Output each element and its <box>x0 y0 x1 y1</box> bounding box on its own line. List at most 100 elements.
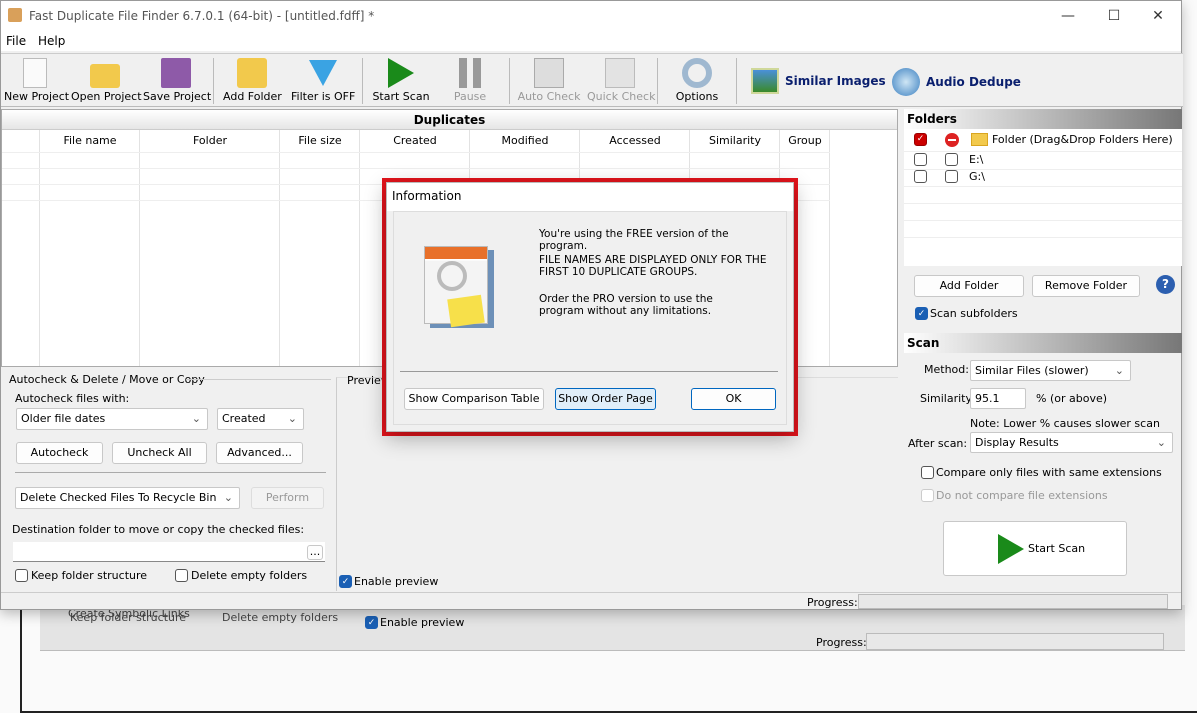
remove-folder-button[interactable]: Remove Folder <box>1032 275 1140 297</box>
column <box>2 130 40 366</box>
browse-button[interactable]: ... <box>307 545 323 560</box>
toolbar-separator <box>509 58 510 104</box>
column-header-similarity[interactable]: Similarity <box>690 130 780 152</box>
minimize-button[interactable]: — <box>1045 5 1091 27</box>
table-row <box>2 152 830 153</box>
background-window-panel: Create Symbolic Links Keep folder struct… <box>40 605 1185 651</box>
column-header-file-size[interactable]: File size <box>280 130 360 152</box>
no-extensions-checkbox[interactable] <box>921 489 934 502</box>
audio-dedupe-button[interactable]: Audio Dedupe <box>892 68 1021 96</box>
destination-input[interactable] <box>13 542 325 562</box>
pause-icon <box>459 58 481 88</box>
autocheck-files-with-label: Autocheck files with: <box>15 392 130 405</box>
save-project-button[interactable]: Save Project <box>143 54 211 106</box>
folder-include-checkbox[interactable] <box>914 170 927 183</box>
folder-path[interactable]: G:\ <box>969 170 985 183</box>
date-type-select[interactable]: Created ⌄ <box>217 408 304 430</box>
options-button[interactable]: Options <box>669 54 725 106</box>
options-label: Options <box>675 90 719 103</box>
progress-bar <box>858 594 1168 609</box>
auto-check-button[interactable]: Auto Check <box>517 54 581 106</box>
similarity-label: Similarity: <box>920 392 975 405</box>
group-line <box>186 379 331 380</box>
landscape-image-icon <box>751 68 779 94</box>
column-header-group[interactable]: Group <box>780 130 830 152</box>
start-scan-button[interactable]: Start Scan <box>371 54 431 106</box>
divider <box>15 472 326 473</box>
check-all-icon[interactable]: ✓ <box>914 133 927 146</box>
status-bar: Progress: <box>1 592 1181 610</box>
chevron-down-icon: ⌄ <box>223 491 233 504</box>
perform-button[interactable]: Perform <box>251 487 324 509</box>
column-header-created[interactable]: Created <box>360 130 470 152</box>
start-scan-label: Start Scan <box>372 90 430 103</box>
dialog-message-order: Order the PRO version to use the program… <box>539 293 713 317</box>
similar-images-label: Similar Images <box>785 74 886 88</box>
ok-button[interactable]: OK <box>691 388 776 410</box>
folder-path[interactable]: E:\ <box>969 153 983 166</box>
show-comparison-table-button[interactable]: Show Comparison Table <box>404 388 544 410</box>
menu-file[interactable]: File <box>6 34 26 48</box>
dialog-body: You're using the FREE version of the pro… <box>393 211 787 425</box>
show-order-page-button[interactable]: Show Order Page <box>555 388 656 410</box>
open-folder-icon <box>90 64 120 88</box>
add-folder-button-right[interactable]: Add Folder <box>914 275 1024 297</box>
open-project-button[interactable]: Open Project <box>71 54 142 106</box>
close-button[interactable]: ✕ <box>1135 5 1181 27</box>
dialog-title: Information <box>387 183 793 211</box>
checklist-icon <box>534 58 564 88</box>
autocheck-button[interactable]: Autocheck <box>16 442 103 464</box>
filter-button[interactable]: Filter is OFF <box>291 54 355 106</box>
start-scan-big-button[interactable]: Start Scan <box>943 521 1127 576</box>
date-type-value: Created <box>222 412 266 425</box>
folders-title: Folders <box>904 109 1182 129</box>
toolbar: New Project Open Project Save Project Ad… <box>1 53 1183 107</box>
folder-icon <box>971 133 988 146</box>
after-scan-value: Display Results <box>975 436 1059 449</box>
similar-images-button[interactable]: Similar Images <box>751 68 886 94</box>
after-scan-select[interactable]: Display Results ⌄ <box>970 432 1173 453</box>
pause-button[interactable]: Pause <box>445 54 495 106</box>
advanced-button[interactable]: Advanced... <box>216 442 303 464</box>
help-icon[interactable]: ? <box>1156 275 1175 294</box>
chevron-down-icon: ⌄ <box>1114 364 1124 377</box>
folder-exclude-checkbox[interactable] <box>945 170 958 183</box>
title-bar: Fast Duplicate File Finder 6.7.0.1 (64-b… <box>1 1 1181 31</box>
folder-exclude-checkbox[interactable] <box>945 153 958 166</box>
keep-structure-checkbox[interactable] <box>15 569 28 582</box>
scan-subfolders-checkbox[interactable]: ✓ <box>915 307 928 320</box>
menu-help[interactable]: Help <box>38 34 65 48</box>
quick-check-label: Quick Check <box>587 90 656 103</box>
funnel-icon <box>309 60 337 86</box>
enable-preview-checkbox[interactable]: ✓ <box>339 575 352 588</box>
open-project-label: Open Project <box>71 90 142 103</box>
delete-empty-checkbox[interactable] <box>175 569 188 582</box>
maximize-button[interactable]: ☐ <box>1091 5 1137 27</box>
quick-check-icon <box>605 58 635 88</box>
chevron-down-icon: ⌄ <box>191 412 201 425</box>
play-icon <box>388 58 414 88</box>
add-folder-button[interactable]: Add Folder <box>223 54 282 106</box>
similarity-note: Note: Lower % causes slower scan <box>970 417 1160 430</box>
audio-dedupe-label: Audio Dedupe <box>926 75 1021 89</box>
column-header-folder[interactable]: Folder <box>140 130 280 152</box>
action-select[interactable]: Delete Checked Files To Recycle Bin ⌄ <box>15 487 240 509</box>
quick-check-button[interactable]: Quick Check <box>587 54 656 106</box>
autocheck-criterion-select[interactable]: Older file dates ⌄ <box>16 408 208 430</box>
same-extensions-checkbox[interactable] <box>921 466 934 479</box>
enable-preview-label: Enable preview <box>354 575 439 588</box>
method-select[interactable]: Similar Files (slower) ⌄ <box>970 360 1131 381</box>
menu-bar: File Help <box>1 31 1181 51</box>
column-header-file-name[interactable]: File name <box>40 130 140 152</box>
autocheck-panel: Autocheck & Delete / Move or Copy Autoch… <box>1 371 336 591</box>
pause-label: Pause <box>453 90 487 103</box>
new-project-button[interactable]: New Project <box>4 54 69 106</box>
column-header-accessed[interactable]: Accessed <box>580 130 690 152</box>
bg-enable-preview: Enable preview <box>380 616 465 629</box>
similarity-input[interactable]: 95.1 <box>970 388 1026 409</box>
folder-include-checkbox[interactable] <box>914 153 927 166</box>
column-header-modified[interactable]: Modified <box>470 130 580 152</box>
uncheck-all-button[interactable]: Uncheck All <box>112 442 207 464</box>
add-folder-icon <box>237 58 267 88</box>
folders-header: Folder (Drag&Drop Folders Here) <box>992 133 1173 146</box>
